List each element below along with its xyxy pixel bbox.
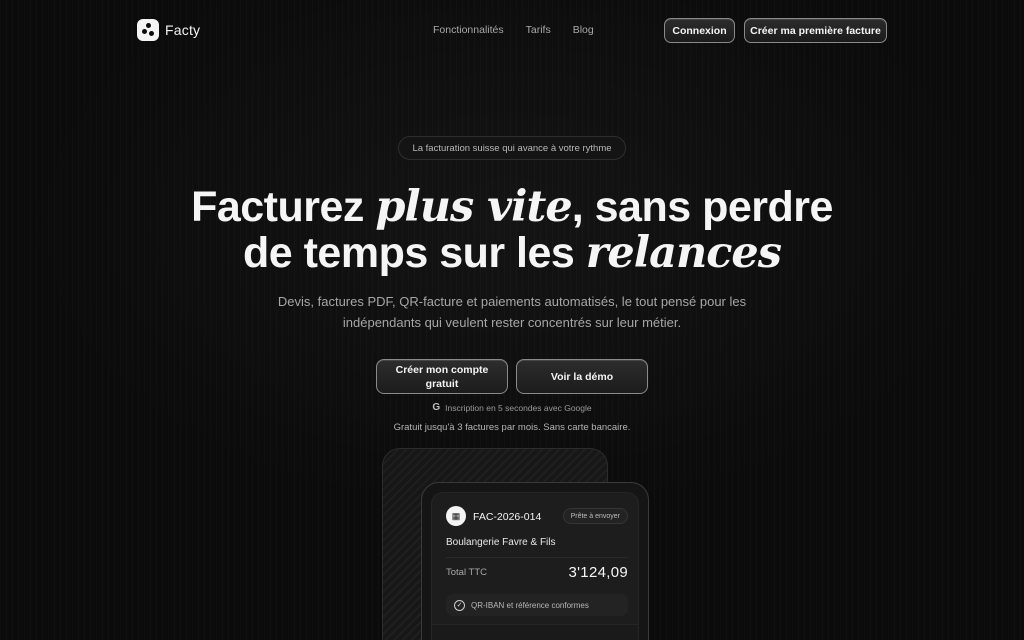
brand-name: Facty bbox=[165, 22, 201, 38]
create-first-invoice-button[interactable]: Créer ma première facture bbox=[744, 18, 887, 43]
brand-logo[interactable]: Facty bbox=[137, 19, 200, 41]
login-button[interactable]: Connexion bbox=[664, 18, 735, 43]
google-icon: G bbox=[432, 402, 441, 413]
google-signup-note: G Inscription en 5 secondes avec Google bbox=[0, 402, 1024, 413]
hero-subtitle: Devis, factures PDF, QR-facture et paiem… bbox=[277, 294, 747, 330]
google-note-text: Inscription en 5 secondes avec Google bbox=[445, 402, 592, 413]
nav-link-tarifs[interactable]: Tarifs bbox=[526, 24, 551, 36]
invoice-total-row: Total TTC 3'124,09 bbox=[446, 557, 628, 587]
invoice-number: FAC-2026-014 bbox=[473, 511, 542, 523]
facty-logo-icon bbox=[137, 19, 159, 41]
headline-part-2: , sans perdre bbox=[571, 183, 834, 231]
invoice-next-section bbox=[432, 624, 638, 640]
compliance-text: QR-IBAN et référence conformes bbox=[471, 600, 589, 610]
headline-italic-2: relances bbox=[585, 228, 782, 278]
qr-icon: ▦ bbox=[446, 506, 466, 526]
headline-italic-1: plus vite bbox=[375, 182, 572, 232]
free-plan-note: Gratuit jusqu'à 3 factures par mois. San… bbox=[393, 422, 631, 433]
create-free-account-button[interactable]: Créer mon compte gratuit bbox=[376, 359, 508, 394]
invoice-client: Boulangerie Favre & Fils bbox=[446, 537, 556, 548]
hero-headline: Facturez plus vite, sans perdre de temps… bbox=[0, 184, 1024, 276]
hero-tagline-pill: La facturation suisse qui avance à votre… bbox=[398, 136, 626, 160]
view-demo-button[interactable]: Voir la démo bbox=[516, 359, 648, 394]
headline-part-1: Facturez bbox=[191, 183, 376, 231]
mockup-front-card: ▦ FAC-2026-014 Prête à envoyer Boulanger… bbox=[421, 482, 649, 640]
invoice-preview: ▦ FAC-2026-014 Prête à envoyer Boulanger… bbox=[431, 492, 639, 640]
nav-links: Fonctionnalités Tarifs Blog bbox=[433, 24, 594, 36]
check-circle-icon: ✓ bbox=[454, 599, 465, 611]
invoice-total-value: 3'124,09 bbox=[568, 564, 628, 581]
invoice-total-label: Total TTC bbox=[446, 567, 488, 578]
invoice-status-badge: Prête à envoyer bbox=[562, 508, 628, 524]
top-navigation: Facty Fonctionnalités Tarifs Blog Connex… bbox=[0, 0, 1024, 60]
invoice-compliance-check: ✓ QR-IBAN et référence conformes bbox=[446, 594, 628, 616]
headline-part-3: de temps sur les bbox=[242, 229, 586, 277]
nav-link-blog[interactable]: Blog bbox=[573, 24, 594, 36]
nav-link-fonctionnalites[interactable]: Fonctionnalités bbox=[433, 24, 504, 36]
